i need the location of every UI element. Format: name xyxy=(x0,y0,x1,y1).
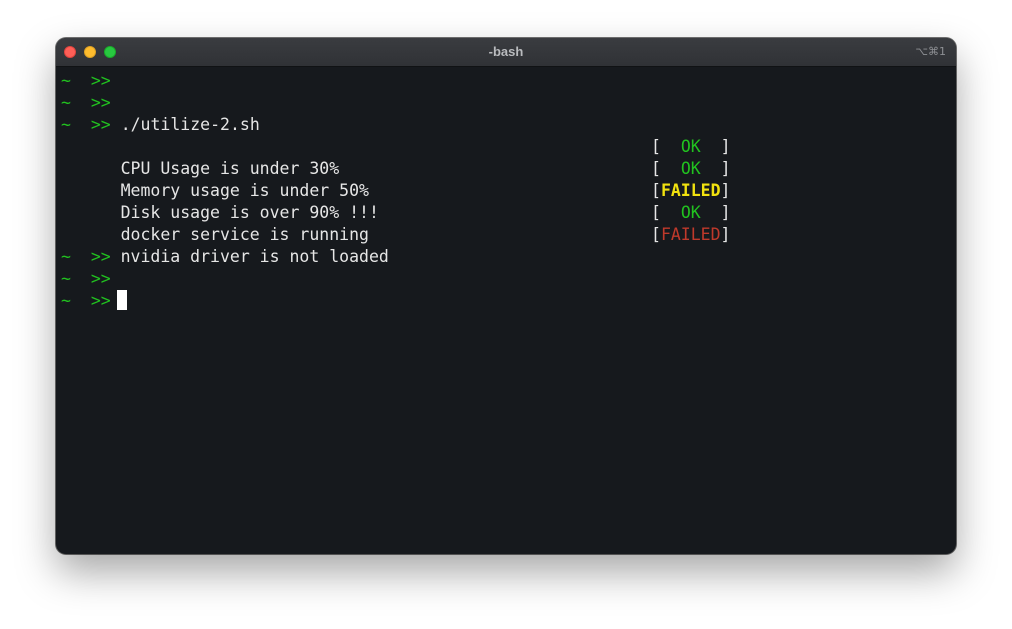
window-shortcut: ⌥⌘1 xyxy=(915,45,946,58)
prompt-arrows: >> xyxy=(90,93,111,112)
check-line: Disk usage is over 90% !!! [FAILED] xyxy=(61,180,941,222)
prompt-arrows: >> xyxy=(90,247,111,266)
command-line: ~ >> ./utilize-2.sh xyxy=(61,114,941,136)
prompt-line: ~ >> xyxy=(61,246,941,268)
window-title: -bash xyxy=(488,44,524,59)
command-text: ./utilize-2.sh xyxy=(120,115,260,134)
check-line: docker service is running [ OK ] xyxy=(61,202,941,244)
terminal-output[interactable]: ~ >> ~ >> ~ >> ./utilize-2.sh CPU Usage … xyxy=(61,70,941,312)
active-prompt-line[interactable]: ~ >> xyxy=(61,290,941,312)
status-failed: FAILED xyxy=(660,181,721,200)
prompt-tilde: ~ xyxy=(61,115,71,134)
prompt-tilde: ~ xyxy=(61,269,71,288)
prompt-tilde: ~ xyxy=(61,93,71,112)
status-failed: FAILED xyxy=(660,225,721,244)
status-badge: [ OK ] xyxy=(651,137,731,156)
status-ok: OK xyxy=(680,203,701,222)
status-ok: OK xyxy=(680,159,701,178)
prompt-arrows: >> xyxy=(90,71,111,90)
status-badge: [FAILED] xyxy=(651,225,731,244)
prompt-tilde: ~ xyxy=(61,71,71,90)
text-cursor[interactable] xyxy=(116,290,127,310)
terminal-window: -bash ⌥⌘1 ~ >> ~ >> ~ >> ./utilize-2.sh … xyxy=(56,38,956,554)
prompt-line: ~ >> xyxy=(61,92,941,114)
status-ok: OK xyxy=(680,137,701,156)
prompt-arrows: >> xyxy=(90,291,111,310)
status-badge: [ OK ] xyxy=(651,159,731,178)
prompt-arrows: >> xyxy=(90,115,111,134)
check-line: nvidia driver is not loaded [FAILED] xyxy=(61,224,941,266)
title-bar[interactable]: -bash ⌥⌘1 xyxy=(56,38,956,67)
prompt-line: ~ >> xyxy=(61,70,941,92)
prompt-arrows: >> xyxy=(90,269,111,288)
status-badge: [FAILED] xyxy=(651,181,731,200)
prompt-tilde: ~ xyxy=(61,247,71,266)
status-badge: [ OK ] xyxy=(651,203,731,222)
check-line: Memory usage is under 50% [ OK ] xyxy=(61,158,941,200)
check-line: CPU Usage is under 30% [ OK ] xyxy=(61,136,941,178)
prompt-line: ~ >> xyxy=(61,268,941,290)
prompt-tilde: ~ xyxy=(61,291,71,310)
